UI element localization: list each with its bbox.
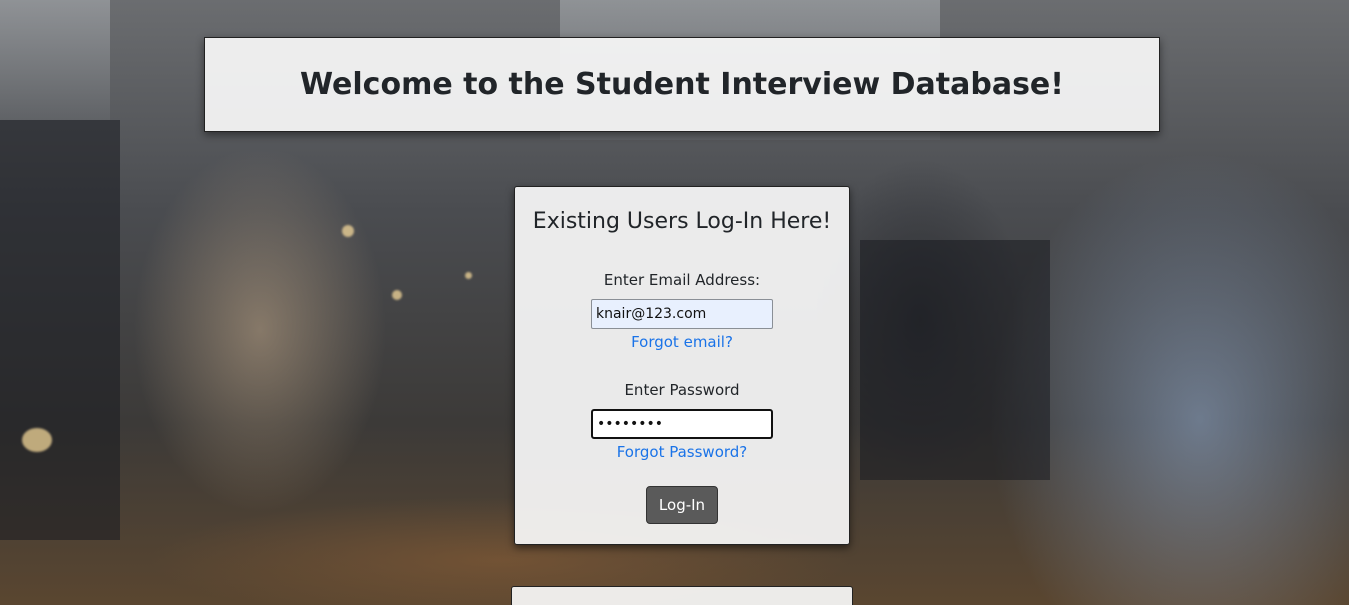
forgot-email-link[interactable]: Forgot email? (515, 333, 849, 351)
bg-light (342, 225, 354, 237)
bg-window (0, 0, 110, 120)
login-card: Existing Users Log-In Here! Enter Email … (514, 186, 850, 545)
login-button[interactable]: Log-In (646, 486, 718, 524)
page-title: Welcome to the Student Interview Databas… (300, 67, 1064, 102)
forgot-password-link[interactable]: Forgot Password? (515, 443, 849, 461)
bg-light (392, 290, 402, 300)
bg-light (22, 428, 52, 452)
password-label: Enter Password (624, 381, 740, 399)
bg-shadow (860, 240, 1050, 480)
password-field[interactable] (591, 409, 773, 439)
email-label: Enter Email Address: (603, 271, 761, 289)
email-field[interactable] (591, 299, 773, 329)
login-heading: Existing Users Log-In Here! (532, 209, 832, 234)
header-banner: Welcome to the Student Interview Databas… (204, 37, 1160, 132)
bg-light (465, 272, 472, 279)
secondary-card (511, 586, 853, 605)
bg-shadow (0, 120, 120, 540)
